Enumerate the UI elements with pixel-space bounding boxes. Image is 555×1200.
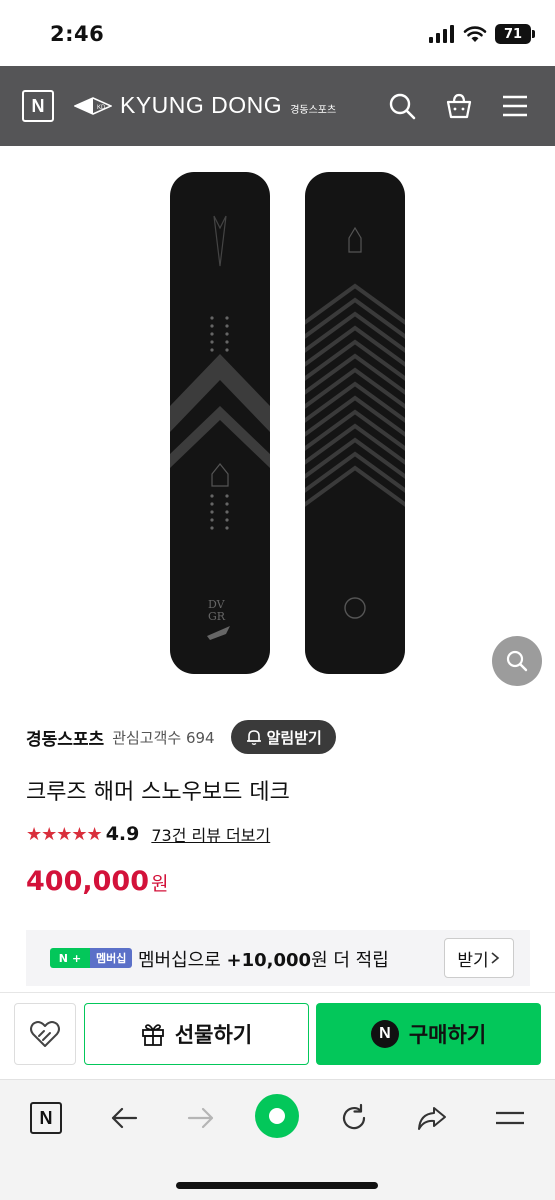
naver-square-icon: N [30,1102,62,1134]
badge-n-plus: N + [50,948,90,968]
status-icons: 71 [429,24,535,44]
back-button[interactable] [104,1098,144,1138]
store-name-link[interactable]: 경동스포츠 [26,725,104,750]
arrow-left-icon [111,1107,138,1129]
share-arrow-icon [418,1107,446,1130]
battery-level: 71 [503,26,523,42]
refresh-button[interactable] [334,1098,374,1138]
brand-name: KYUNG DONG [120,92,283,118]
battery-icon: 71 [495,24,535,44]
browser-home-button[interactable]: N [26,1098,66,1138]
badge-n: N [58,951,68,965]
membership-text-suffix: 원 더 적립 [311,950,389,971]
brand-subtitle: 경동스포츠 [290,105,337,116]
interest-count: 관심고객수 694 [112,728,215,747]
status-bar: 2:46 71 [0,0,555,66]
price-currency: 원 [150,873,169,895]
claim-button[interactable]: 받기 [444,938,514,978]
wifi-icon [463,26,487,42]
browser-logo-letter: N [39,1107,53,1128]
green-dot-button[interactable] [255,1094,299,1138]
status-time: 2:46 [50,22,105,46]
bell-plus-icon [246,730,261,745]
store-brand-logo[interactable]: KD KYUNG DONG 경동스포츠 [74,92,336,119]
badge-plus: + [72,951,82,965]
product-price: 400,000 [26,866,149,897]
naver-plus-membership-badge: N + 멤버십 [50,948,133,968]
membership-text-prefix: 멤버십으로 [138,950,227,971]
forward-button[interactable] [181,1098,221,1138]
rating-row: ★★★★★ 4.9 73건 리뷰 더보기 [26,822,270,846]
rating-stars-icon: ★★★★★ [26,823,103,845]
menu-icon[interactable] [501,92,529,120]
membership-banner: N + 멤버십 멤버십으로 +10,000원 더 적립 받기 [26,930,530,986]
product-title: 크루즈 해머 스노우보드 데크 [26,780,290,805]
gift-button[interactable]: 선물하기 [84,1003,309,1065]
product-image[interactable]: DV GR [0,146,555,706]
gift-box-icon [141,1024,164,1046]
naver-logo-letter: N [31,95,45,116]
search-icon[interactable] [388,92,416,120]
badge-membership-label: 멤버십 [90,948,133,968]
share-button[interactable] [412,1098,452,1138]
home-indicator [176,1182,378,1189]
zoom-image-button[interactable] [492,636,542,686]
arrow-right-icon [187,1107,214,1129]
notify-button[interactable]: 알림받기 [230,720,336,754]
board-print-line-2: GR [208,610,226,623]
kd-diamond-logo-icon: KD [74,96,112,115]
heart-link-icon [30,1021,60,1047]
buy-label: 구매하기 [408,1023,487,1047]
notify-label: 알림받기 [266,728,322,747]
magnifier-icon [506,650,528,672]
green-dot-icon [269,1108,285,1124]
membership-text: 멤버십으로 +10,000원 더 적립 [138,946,389,972]
membership-amount: +10,000 [226,950,312,971]
app-header: N KD KYUNG DONG 경동스포츠 [0,66,555,146]
refresh-icon [342,1103,366,1130]
rating-score: 4.9 [105,823,140,845]
brand-mark-text: KD [97,105,106,111]
claim-label: 받기 [457,950,489,971]
snowboard-deck-image: DV GR [170,172,405,674]
naver-pay-icon: N [370,1020,399,1048]
price-row: 400,000 원 [26,866,168,897]
wishlist-button[interactable] [14,1003,76,1065]
purchase-action-bar: 선물하기 N 구매하기 [0,993,555,1079]
chevron-right-icon [491,952,499,964]
naver-home-button[interactable]: N [22,90,54,122]
seller-row: 경동스포츠 관심고객수 694 알림받기 [26,720,336,754]
signal-icon [429,25,454,43]
review-link[interactable]: 73건 리뷰 더보기 [151,822,270,846]
browser-toolbar: N [0,1079,555,1200]
buy-now-button[interactable]: N 구매하기 [316,1003,541,1065]
browser-menu-button[interactable] [490,1098,530,1138]
hamburger-icon [496,1111,524,1125]
buy-logo-letter: N [379,1025,391,1042]
gift-label: 선물하기 [174,1023,253,1047]
shopping-bag-icon[interactable] [445,92,473,120]
